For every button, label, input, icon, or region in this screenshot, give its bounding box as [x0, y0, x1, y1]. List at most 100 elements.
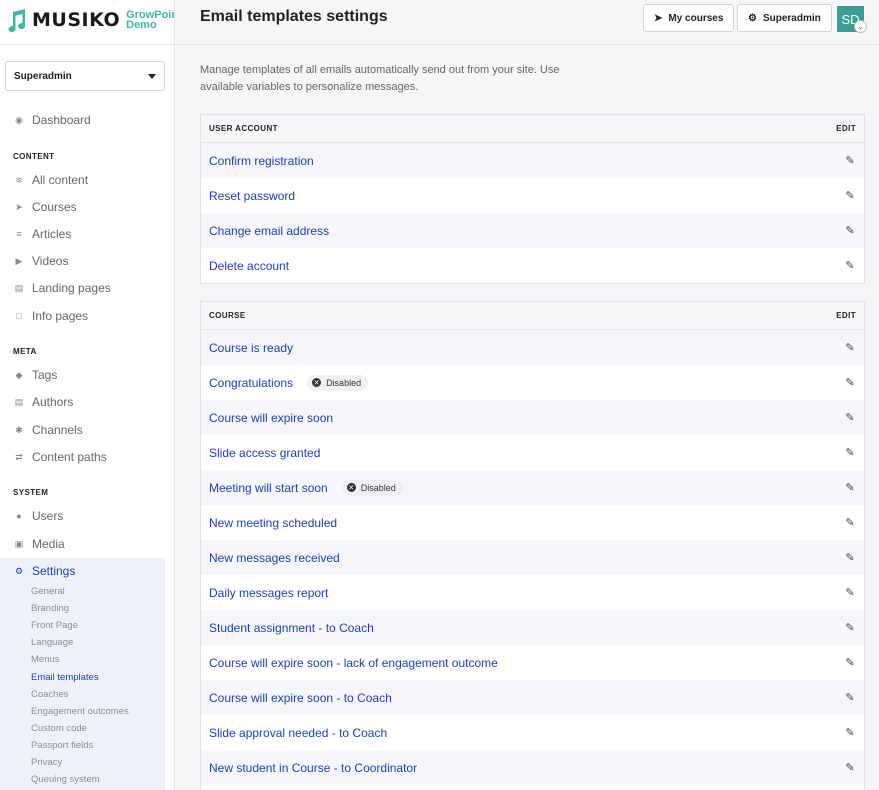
template-link[interactable]: Course is ready [209, 341, 293, 355]
template-row[interactable]: Change email address ✎ [201, 213, 864, 248]
pencil-icon[interactable]: ✎ [844, 259, 856, 272]
pencil-icon[interactable]: ✎ [844, 691, 856, 704]
settings-sub-passport-fields[interactable]: Passport fields [31, 740, 93, 751]
template-link[interactable]: Change email address [209, 224, 329, 238]
settings-sub-front-page[interactable]: Front Page [31, 620, 78, 631]
rocket-icon: ➤ [654, 12, 663, 24]
settings-sub-coaches[interactable]: Coaches [31, 689, 69, 700]
template-link[interactable]: Student assignment - to Coach [209, 621, 374, 635]
template-row[interactable]: New meeting scheduled ✎ [201, 505, 864, 540]
superadmin-button[interactable]: ⚙ Superadmin [737, 4, 832, 32]
sidebar-item-channels[interactable]: ✱ Channels [13, 421, 82, 439]
settings-sub-engagement-outcomes[interactable]: Engagement outcomes [31, 706, 129, 717]
pencil-icon[interactable]: ✎ [844, 189, 856, 202]
disabled-badge: ✕ Disabled [307, 374, 369, 391]
dashboard-icon: ◉ [15, 114, 23, 125]
template-row[interactable]: Course is ready ✎ [201, 330, 864, 365]
template-row[interactable]: Confirm registration ✎ [201, 143, 864, 178]
pencil-icon[interactable]: ✎ [844, 586, 856, 599]
newspaper-icon: ▤ [14, 282, 24, 293]
sidebar-item-authors[interactable]: ▤ Authors [13, 393, 74, 411]
user-account-panel: USER ACCOUNT EDIT Confirm registration ✎ … [200, 114, 865, 284]
gear-icon: ⚙ [748, 12, 757, 24]
template-link[interactable]: Delete account [209, 259, 289, 273]
sidebar-item-label: All content [32, 173, 89, 187]
role-select[interactable]: Superadmin [5, 61, 165, 91]
template-link[interactable]: New messages received [209, 551, 340, 565]
sidebar-item-label: Info pages [32, 309, 89, 323]
settings-sub-language[interactable]: Language [31, 637, 73, 648]
template-row[interactable]: Reset password ✎ [201, 178, 864, 213]
pencil-icon[interactable]: ✎ [844, 551, 856, 564]
template-list: Confirm registration ✎ Reset password ✎ Ch… [201, 143, 864, 283]
template-link[interactable]: Course will expire soon - lack of engage… [209, 656, 498, 670]
template-row[interactable]: Slide access granted ✎ [201, 435, 864, 470]
sidebar-item-settings[interactable]: ⚙ Settings [13, 562, 75, 580]
sidebar-item-videos[interactable]: ▶ Videos [13, 252, 69, 270]
sidebar-item-media[interactable]: ▣ Media [13, 535, 65, 553]
settings-sub-branding[interactable]: Branding [31, 603, 69, 614]
settings-sub-custom-code[interactable]: Custom code [31, 723, 87, 734]
template-link[interactable]: Meeting will start soon [209, 481, 328, 495]
template-row[interactable]: Meeting will start soon ✕ Disabled ✎ [201, 470, 864, 505]
sidebar-item-users[interactable]: ● Users [13, 507, 63, 525]
template-row[interactable]: Course will expire soon - to Coach ✎ [201, 680, 864, 715]
template-link[interactable]: Congratulations [209, 376, 293, 390]
sidebar-item-courses[interactable]: ➤ Courses [13, 198, 76, 216]
settings-sub-general[interactable]: General [31, 586, 65, 597]
sidebar-item-info-pages[interactable]: □ Info pages [13, 307, 88, 325]
pencil-icon[interactable]: ✎ [844, 154, 856, 167]
pencil-icon[interactable]: ✎ [844, 341, 856, 354]
template-row[interactable]: Student assignment - to Coach ✎ [201, 610, 864, 645]
template-row[interactable]: Congratulations ✕ Disabled ✎ [201, 365, 864, 400]
settings-sub-queuing-system[interactable]: Queuing system [31, 774, 100, 785]
template-link[interactable]: Course will expire soon [209, 411, 333, 425]
template-link[interactable]: Confirm registration [209, 154, 314, 168]
template-row[interactable]: Delete account ✎ [201, 248, 864, 283]
template-link[interactable]: New student in Course - to Coordinator [209, 761, 417, 775]
template-link[interactable]: Course will expire soon - to Coach [209, 691, 392, 705]
settings-sub-menus[interactable]: Menus [31, 654, 60, 665]
pencil-icon[interactable]: ✎ [844, 516, 856, 529]
pencil-icon[interactable]: ✎ [844, 446, 856, 459]
template-row[interactable]: Daily messages report ✎ [201, 575, 864, 610]
pencil-icon[interactable]: ✎ [844, 411, 856, 424]
section-system: SYSTEM [13, 488, 49, 497]
template-row[interactable]: Course will expire soon ✎ [201, 400, 864, 435]
pencil-icon[interactable]: ✎ [844, 621, 856, 634]
section-content: CONTENT [13, 152, 55, 161]
app-logo[interactable]: MUSIKO GrowPoint Demo [8, 7, 174, 33]
sidebar-item-articles[interactable]: ≡ Articles [13, 225, 71, 243]
pencil-icon[interactable]: ✎ [844, 656, 856, 669]
template-link[interactable]: New meeting scheduled [209, 516, 337, 530]
my-courses-button[interactable]: ➤ My courses [643, 4, 735, 32]
sidebar-item-dashboard[interactable]: ◉ Dashboard [13, 111, 91, 129]
pencil-icon[interactable]: ✎ [844, 726, 856, 739]
template-list: Course is ready ✎ Congratulations ✕ Disable… [201, 330, 864, 785]
badge-label: Disabled [360, 482, 396, 493]
sidebar-item-tags[interactable]: ◆ Tags [13, 366, 58, 384]
settings-sub-email-templates[interactable]: Email templates [31, 672, 99, 683]
template-row[interactable]: Course will expire soon - lack of engage… [201, 645, 864, 680]
template-link[interactable]: Slide approval needed - to Coach [209, 726, 387, 740]
settings-sub-privacy[interactable]: Privacy [31, 757, 62, 768]
sidebar-item-all-content[interactable]: ≋ All content [13, 171, 88, 189]
template-link[interactable]: Reset password [209, 189, 295, 203]
template-link[interactable]: Slide access granted [209, 446, 320, 460]
panel-title: USER ACCOUNT [209, 124, 278, 133]
gear-icon: ⚙ [14, 565, 24, 576]
sidebar-item-content-paths[interactable]: ⇄ Content paths [13, 448, 107, 466]
template-row[interactable]: Slide approval needed - to Coach ✎ [201, 715, 864, 750]
logo-divider [0, 44, 174, 45]
sidebar-item-landing-pages[interactable]: ▤ Landing pages [13, 279, 111, 297]
template-row[interactable]: New messages received ✎ [201, 540, 864, 575]
panel-header: USER ACCOUNT EDIT [201, 115, 864, 143]
pencil-icon[interactable]: ✎ [844, 224, 856, 237]
template-row[interactable]: New student in Course - to Coordinator ✎ [201, 750, 864, 785]
chevron-down-icon[interactable]: ⌄ [854, 20, 867, 33]
pencil-icon[interactable]: ✎ [844, 481, 856, 494]
pencil-icon[interactable]: ✎ [844, 761, 856, 774]
template-link[interactable]: Daily messages report [209, 586, 328, 600]
pencil-icon[interactable]: ✎ [844, 376, 856, 389]
sidebar-item-label: Content paths [32, 450, 107, 464]
